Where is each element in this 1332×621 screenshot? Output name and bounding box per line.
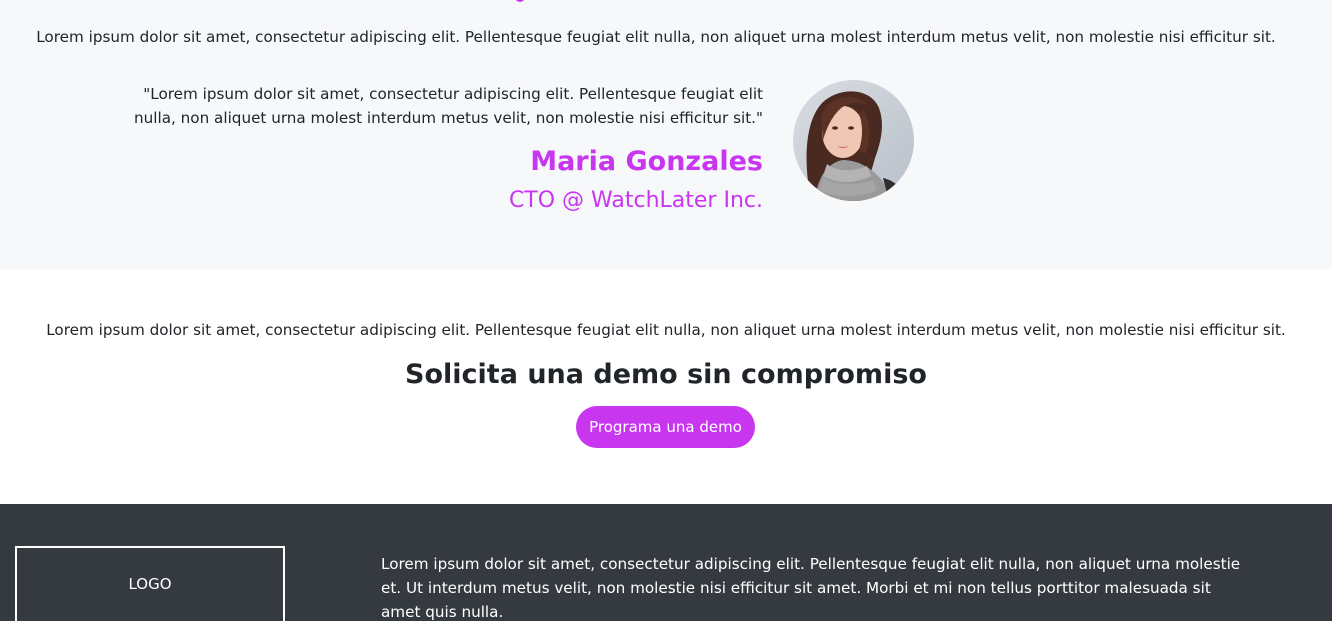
heading-accent-fragment [515, 0, 525, 2]
testimonial-author-role: CTO @ WatchLater Inc. [508, 188, 763, 213]
footer-description: Lorem ipsum dolor sit amet, consectetur … [381, 555, 1241, 621]
testimonial-intro-text: Lorem ipsum dolor sit amet, consectetur … [36, 28, 1276, 46]
cta-description: Lorem ipsum dolor sit amet, consectetur … [46, 321, 1286, 339]
cta-heading: Solicita una demo sin compromiso [405, 359, 927, 390]
testimonial-quote: "Lorem ipsum dolor sit amet, consectetur… [134, 85, 763, 127]
testimonial-section: Lorem ipsum dolor sit amet, consectetur … [0, 0, 1332, 269]
footer: LOGO Lorem ipsum dolor sit amet, consect… [0, 504, 1332, 621]
footer-logo[interactable]: LOGO [15, 546, 285, 621]
cta-section: Lorem ipsum dolor sit amet, consectetur … [0, 269, 1332, 504]
author-avatar [793, 80, 914, 201]
testimonial-author-name: Maria Gonzales [530, 146, 763, 177]
schedule-demo-button[interactable]: Programa una demo [576, 406, 755, 448]
